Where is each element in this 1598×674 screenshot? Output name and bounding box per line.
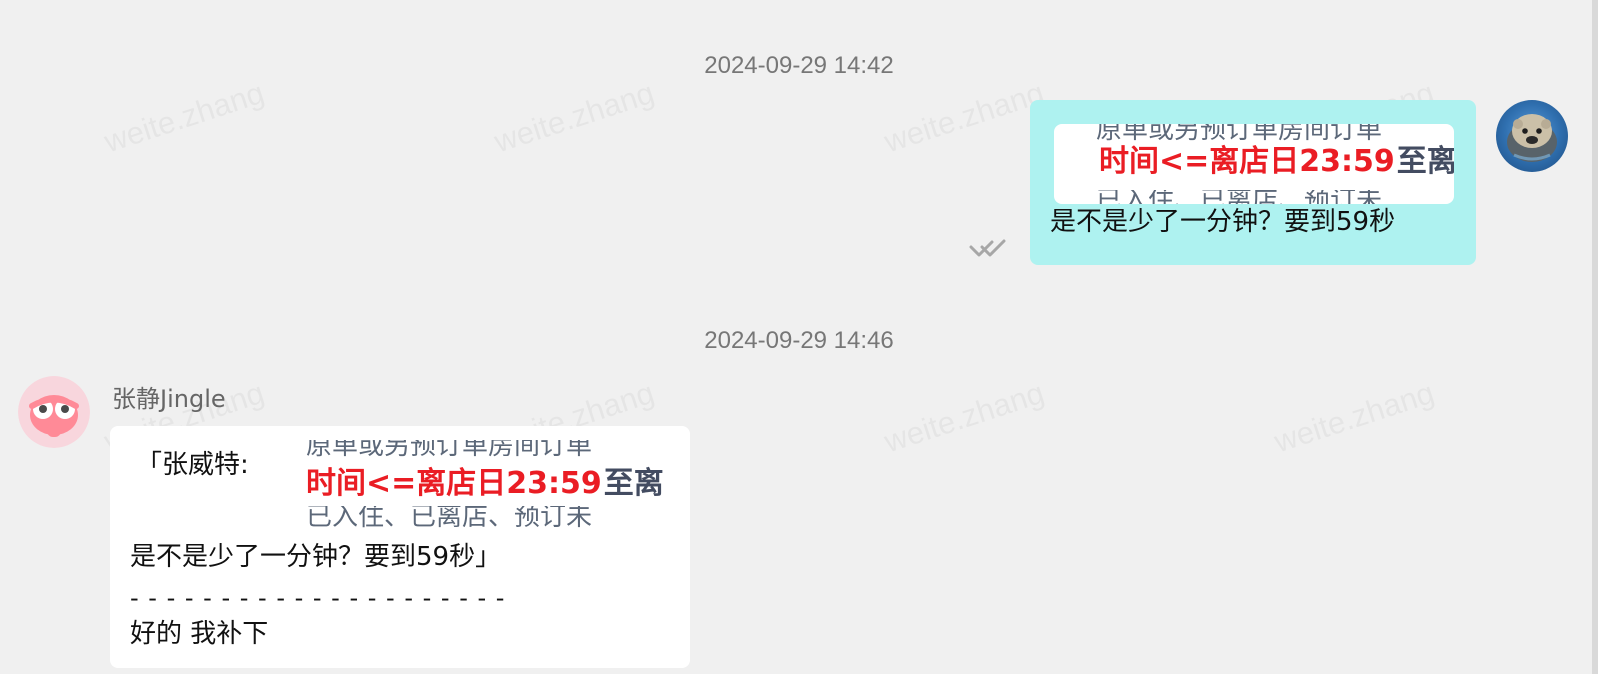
image-blur-bottom-text: 已入住、已离店、预订未 — [1096, 190, 1454, 204]
image-blur-top-text: 原单或另预订单房间订单 — [1096, 124, 1383, 141]
image-blur-bottom-text: 已入住、已离店、预订未 — [306, 506, 593, 528]
image-tail-text: 至离 — [603, 466, 664, 501]
watermark-text: weite.zhang — [100, 75, 268, 160]
quoted-message-text: 是不是少了一分钟？要到59秒」 — [130, 542, 502, 572]
timestamp-1: 2024-09-29 14:42 — [704, 52, 894, 79]
image-highlight-text: 时间<=离店日23:59 — [1099, 144, 1395, 179]
watermark-text: weite.zhang — [1270, 375, 1438, 460]
outgoing-message-bubble[interactable]: 原单或另预订单房间订单 时间<=离店日23:59至离 已入住、已离店、预订未 是… — [1030, 100, 1476, 265]
quoted-image-preview[interactable]: 原单或另预订单房间订单 时间<=离店日23:59至离 已入住、已离店、预订未 — [1054, 124, 1454, 204]
quote-divider: - - - - - - - - - - - - - - - - - - - - … — [130, 584, 506, 612]
quoted-image-preview[interactable]: 原单或另预订单房间订单 时间<=离店日23:59至离 已入住、已离店、预订未 — [306, 440, 668, 530]
pink-bird-avatar-icon[interactable] — [18, 376, 90, 448]
watermark-text: weite.zhang — [880, 375, 1048, 460]
outgoing-message-text: 是不是少了一分钟？要到59秒 — [1050, 207, 1396, 237]
quote-prefix: 「张威特: — [136, 450, 249, 480]
image-highlight-line: 时间<=离店日23:59至离 — [1099, 146, 1454, 178]
image-blur-top-text: 原单或另预订单房间订单 — [306, 440, 593, 457]
double-check-icon — [969, 239, 1006, 257]
reply-message-text: 好的 我补下 — [130, 619, 269, 649]
image-highlight-text: 时间<=离店日23:59 — [306, 466, 602, 501]
otter-avatar-icon[interactable] — [1496, 100, 1568, 172]
incoming-message-bubble[interactable]: 「张威特: 原单或另预订单房间订单 时间<=离店日23:59至离 已入住、已离店… — [110, 426, 690, 668]
image-highlight-line: 时间<=离店日23:59至离 — [306, 468, 664, 500]
image-tail-text: 至离 — [1396, 144, 1454, 179]
sender-name: 张静Jingle — [112, 385, 226, 413]
watermark-text: weite.zhang — [880, 75, 1048, 160]
watermark-text: weite.zhang — [490, 75, 658, 160]
timestamp-2: 2024-09-29 14:46 — [704, 327, 894, 354]
